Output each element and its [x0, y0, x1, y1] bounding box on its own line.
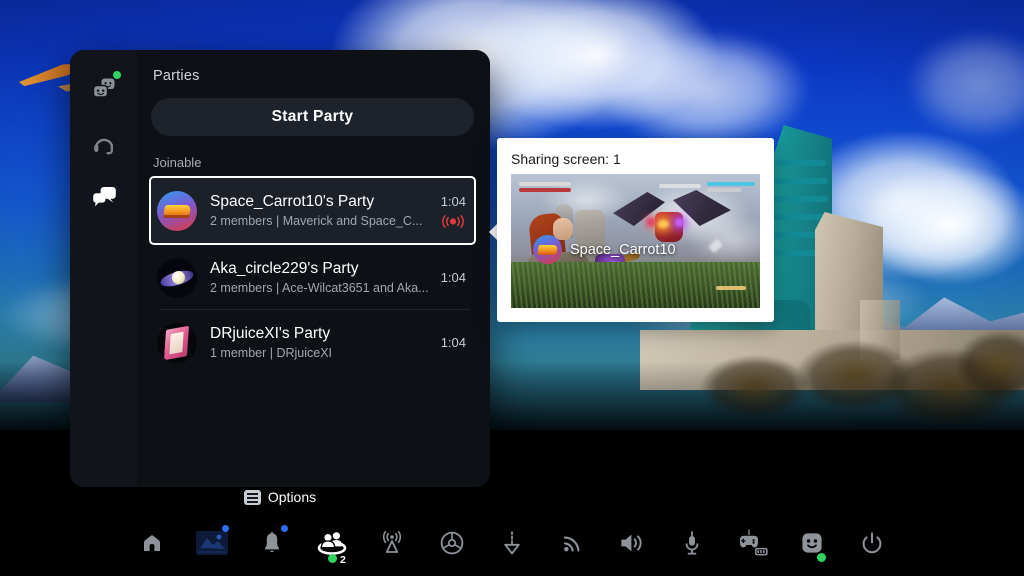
cc-item-power[interactable]	[842, 517, 902, 569]
party-name: Space_Carrot10's Party	[210, 192, 375, 210]
page-title: Parties	[153, 68, 200, 84]
party-time: 1:04	[440, 193, 466, 209]
avatar	[157, 257, 197, 298]
cc-item-microphone[interactable]	[662, 517, 722, 569]
chat-bubble-icon	[92, 187, 116, 207]
control-center-items: 2	[122, 517, 902, 569]
controller-icon	[740, 529, 768, 556]
sharing-username: Space_Carrot10	[570, 241, 676, 258]
options-button[interactable]: Options	[243, 489, 317, 505]
cc-item-game-base[interactable]: 2	[302, 517, 362, 569]
party-list: Space_Carrot10's Party 2 members | Maver…	[149, 176, 476, 375]
sharing-screen-title: Sharing screen: 1	[511, 151, 621, 167]
party-meta: 1:04	[441, 256, 466, 300]
home-icon	[144, 535, 160, 551]
friends-icon	[92, 78, 114, 98]
hud-bar	[707, 188, 741, 192]
hud-health-bar	[519, 182, 571, 186]
gameplay-thumbnail[interactable]: Space_Carrot10	[511, 174, 760, 308]
party-name: Aka_circle229's Party	[210, 259, 359, 277]
notification-badge-dot	[281, 525, 288, 532]
party-members: 1 member | DRjuiceXI	[210, 345, 333, 360]
party-member-count: 2	[340, 554, 346, 566]
cc-item-downloads[interactable]	[482, 517, 542, 569]
party-info: Space_Carrot10's Party 2 members | Maver…	[210, 192, 432, 230]
cc-item-profile[interactable]	[782, 517, 842, 569]
power-icon	[862, 532, 882, 554]
party-time: 1:04	[440, 270, 466, 285]
party-info: Aka_circle229's Party 2 members | Ace-Wi…	[210, 259, 433, 297]
party-meta: 1:04	[441, 321, 466, 365]
broadcast-icon	[442, 215, 464, 228]
online-status-dot	[112, 71, 121, 79]
table-row[interactable]: Aka_circle229's Party 2 members | Ace-Wi…	[149, 245, 476, 310]
network-icon	[563, 536, 580, 552]
headset-icon	[93, 138, 113, 155]
party-members: 2 members | Maverick and Space_C...	[210, 213, 423, 228]
party-time: 1:04	[440, 335, 466, 350]
ps5-control-center-screen: Parties Start Party Joinable Space_Carro…	[0, 0, 1024, 576]
avatar	[157, 190, 197, 231]
party-name: DRjuiceXI's Party	[210, 324, 331, 342]
hud-bar	[716, 286, 746, 290]
sidebar-item-messages[interactable]	[81, 176, 127, 222]
notification-badge-dot	[222, 525, 229, 532]
panel-sidebar-rail	[70, 50, 137, 487]
broadcast-icon	[383, 531, 401, 553]
avatar	[533, 235, 562, 264]
accessibility-icon	[440, 531, 464, 555]
sharing-screen-panel[interactable]: Sharing screen: 1 Space_Carrot10	[497, 138, 774, 322]
cc-item-controller[interactable]	[722, 517, 782, 569]
panel-content: Parties Start Party Joinable Space_Carro…	[137, 50, 490, 487]
cc-item-broadcast[interactable]	[362, 517, 422, 569]
cc-item-notifications[interactable]	[242, 517, 302, 569]
party-info: DRjuiceXI's Party 1 member | DRjuiceXI	[210, 324, 433, 362]
control-center-bar: 2	[0, 510, 1024, 576]
options-bar: Options	[70, 489, 490, 505]
cc-item-home[interactable]	[122, 517, 182, 569]
speaker-icon	[621, 534, 642, 552]
options-menu-icon	[243, 489, 261, 505]
start-party-label: Start Party	[271, 108, 354, 125]
online-status-dot	[328, 554, 337, 563]
hud-bar	[659, 184, 701, 188]
hud-bar	[519, 188, 571, 192]
sidebar-item-friends-parties[interactable]	[81, 66, 127, 112]
downloads-icon	[504, 531, 520, 555]
game-base-icon	[317, 532, 347, 555]
cc-item-network[interactable]	[542, 517, 602, 569]
table-row[interactable]: DRjuiceXI's Party 1 member | DRjuiceXI 1…	[149, 310, 476, 375]
sharing-user: Space_Carrot10	[533, 235, 676, 264]
bell-icon	[264, 531, 280, 553]
cc-item-switcher[interactable]	[182, 517, 242, 569]
avatar	[157, 322, 197, 363]
cc-item-accessibility[interactable]	[422, 517, 482, 569]
broadcast-status	[440, 215, 466, 229]
party-members: 2 members | Ace-Wilcat3651 and Aka...	[210, 280, 429, 295]
table-row[interactable]: Space_Carrot10's Party 2 members | Maver…	[149, 176, 476, 245]
start-party-button[interactable]: Start Party	[151, 98, 474, 136]
online-status-dot	[817, 553, 826, 562]
options-label: Options	[267, 489, 317, 505]
joinable-section-label: Joinable	[153, 155, 202, 170]
game-switcher-icon	[196, 531, 228, 555]
sidebar-item-voice-chat[interactable]	[81, 121, 127, 167]
parties-panel: Parties Start Party Joinable Space_Carro…	[70, 50, 490, 487]
microphone-icon	[685, 531, 699, 555]
hud-bar	[707, 182, 755, 186]
party-meta: 1:04	[440, 189, 466, 233]
cc-item-sound[interactable]	[602, 517, 662, 569]
